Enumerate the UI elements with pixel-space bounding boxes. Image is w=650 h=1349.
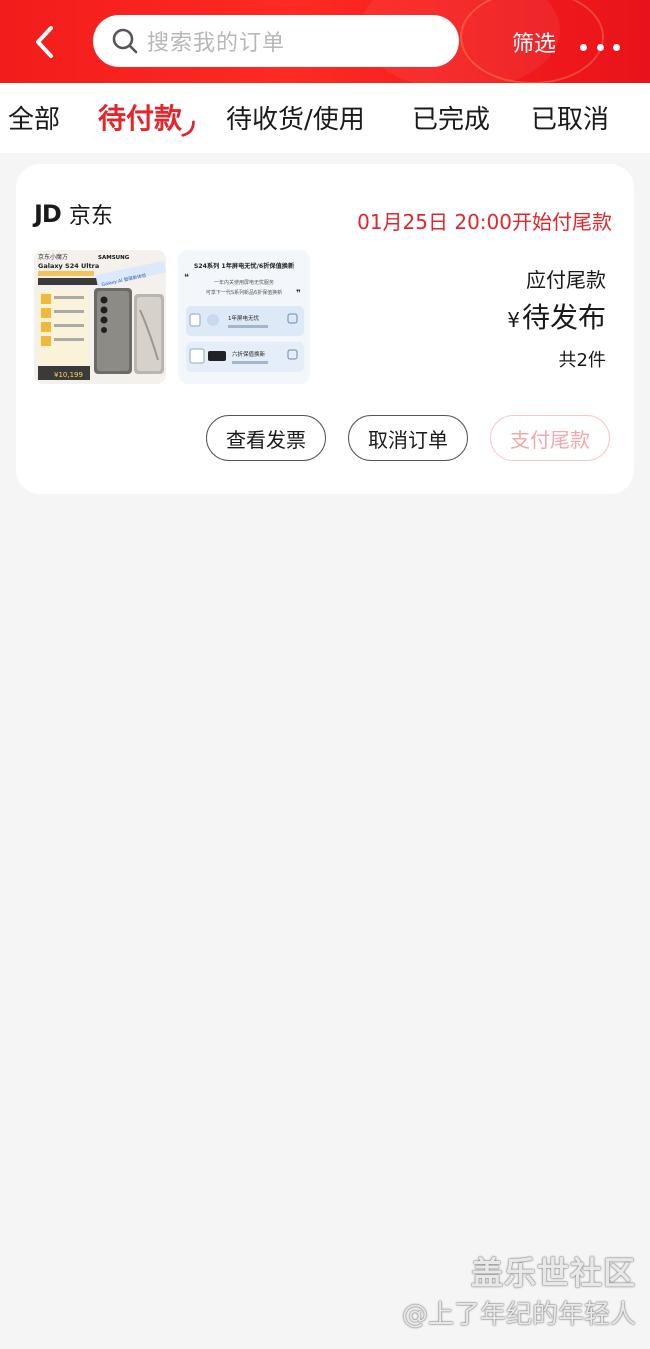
- phone-product-image: 京东小魔方 SAMSUNG Galaxy S24 Ultra Galaxy AI…: [34, 250, 166, 384]
- thumb-model: Galaxy S24 Ultra: [38, 262, 99, 270]
- top-bar: 搜索我的订单 筛选: [0, 0, 650, 83]
- search-icon: [112, 28, 138, 54]
- pay-balance-button[interactable]: 支付尾款: [490, 415, 610, 461]
- service-sub1: 一年内关使用屏电无忧服务: [214, 279, 274, 286]
- active-tab-indicator: [181, 120, 195, 137]
- tab-pending-payment[interactable]: 待付款: [98, 97, 182, 137]
- service-headline: S24系列 1年屏电无忧/6折保值换新: [194, 262, 295, 270]
- service-sub2: 可享下一代S系列新品6折保值换新: [206, 289, 282, 296]
- service-feature2: 六折保值换新: [232, 350, 266, 358]
- shop-name: 京东: [68, 204, 113, 229]
- chevron-left-icon: [36, 26, 53, 58]
- item-count: 共2件: [558, 350, 606, 371]
- more-dot-icon: [596, 43, 604, 51]
- product-thumbnail[interactable]: S24系列 1年屏电无忧/6折保值换新 ❝ ❞ 一年内关使用屏电无忧服务 可享下…: [178, 250, 310, 384]
- more-dot-icon: [580, 43, 587, 51]
- shop-header[interactable]: JD 京东: [34, 198, 113, 230]
- order-tabs: 全部 待付款 待收货/使用 已完成 已取消: [0, 83, 650, 153]
- price-value: ¥待发布: [507, 296, 606, 336]
- filter-button[interactable]: 筛选: [512, 26, 556, 58]
- service-product-image: S24系列 1年屏电无忧/6折保值换新 ❝ ❞ 一年内关使用屏电无忧服务 可享下…: [178, 250, 310, 384]
- tab-all[interactable]: 全部: [8, 99, 60, 136]
- tab-cancelled[interactable]: 已取消: [531, 99, 609, 136]
- price-amount: 待发布: [521, 301, 606, 334]
- tab-completed[interactable]: 已完成: [412, 99, 490, 136]
- order-status: 01月25日 20:00开始付尾款: [357, 210, 612, 234]
- more-dot-icon: [613, 43, 620, 51]
- product-thumbnail[interactable]: 京东小魔方 SAMSUNG Galaxy S24 Ultra Galaxy AI…: [34, 250, 166, 384]
- price-label: 应付尾款: [526, 268, 606, 292]
- back-button[interactable]: [24, 22, 64, 62]
- quote-open-icon: ❝: [184, 273, 189, 283]
- quote-close-icon: ❞: [296, 289, 301, 299]
- thumb-price: ¥10,199: [54, 371, 83, 379]
- currency-symbol: ¥: [507, 308, 520, 332]
- thumb-brand-left: 京东小魔方: [38, 253, 68, 261]
- cancel-order-button[interactable]: 取消订单: [348, 415, 468, 461]
- search-placeholder: 搜索我的订单: [147, 31, 286, 56]
- thumb-brand-right: SAMSUNG: [98, 255, 130, 261]
- more-options-button[interactable]: [580, 32, 620, 62]
- watermark-author: @上了年纪的年轻人: [401, 1300, 636, 1330]
- view-invoice-button[interactable]: 查看发票: [206, 415, 326, 461]
- tab-to-receive[interactable]: 待收货/使用: [226, 99, 365, 136]
- watermark-community: 盖乐世社区: [470, 1254, 636, 1292]
- service-feature1: 1年屏电无忧: [228, 314, 259, 322]
- jd-logo: JD: [34, 200, 62, 228]
- search-input[interactable]: 搜索我的订单: [93, 15, 459, 67]
- order-card[interactable]: JD 京东 01月25日 20:00开始付尾款 京东小魔方 SAMSUNG Ga…: [16, 164, 634, 494]
